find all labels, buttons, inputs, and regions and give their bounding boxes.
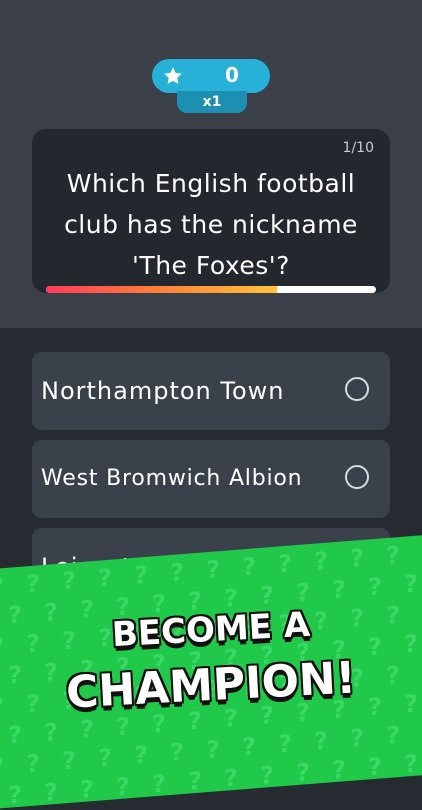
answer-option[interactable]: Northampton Town bbox=[32, 352, 390, 430]
question-mark-icon: ? bbox=[314, 727, 328, 756]
question-mark-icon: ? bbox=[296, 578, 310, 607]
question-mark-icon: ? bbox=[206, 555, 220, 584]
question-counter: 1/10 bbox=[342, 140, 374, 156]
question-mark-icon: ? bbox=[314, 547, 328, 576]
score-value: 0 bbox=[225, 63, 239, 87]
answer-label: West Bromwich Albion bbox=[41, 466, 303, 491]
question-mark-icon: ? bbox=[170, 558, 184, 587]
answer-label: Northampton Town bbox=[41, 377, 285, 405]
question-mark-icon: ? bbox=[44, 718, 58, 747]
question-mark-icon: ? bbox=[350, 544, 364, 573]
question-mark-icon: ? bbox=[0, 752, 4, 781]
question-mark-icon: ? bbox=[8, 721, 22, 750]
question-mark-icon: ? bbox=[350, 724, 364, 753]
question-mark-icon: ? bbox=[368, 752, 382, 781]
question-mark-icon: ? bbox=[62, 746, 76, 775]
timer-fill bbox=[46, 286, 277, 293]
question-mark-icon: ? bbox=[404, 570, 418, 599]
question-mark-icon: ? bbox=[242, 552, 256, 581]
question-mark-icon: ? bbox=[62, 566, 76, 595]
star-icon bbox=[164, 67, 182, 84]
question-mark-icon: ? bbox=[188, 767, 202, 796]
radio-circle-icon[interactable] bbox=[345, 377, 369, 401]
question-mark-icon: ? bbox=[134, 741, 148, 770]
question-mark-icon: ? bbox=[332, 575, 346, 604]
question-mark-icon: ? bbox=[26, 749, 40, 778]
question-mark-icon: ? bbox=[368, 572, 382, 601]
question-mark-icon: ? bbox=[278, 729, 292, 758]
timer-bar bbox=[46, 286, 376, 293]
question-mark-icon: ? bbox=[80, 775, 94, 804]
question-line: club has the nickname bbox=[64, 210, 358, 239]
radio-circle-icon[interactable] bbox=[345, 465, 369, 489]
answer-option[interactable]: West Bromwich Albion bbox=[32, 440, 390, 518]
question-mark-icon: ? bbox=[98, 744, 112, 773]
question-mark-icon: ? bbox=[44, 778, 58, 807]
question-mark-icon: ? bbox=[134, 561, 148, 590]
question-line: Which English football bbox=[66, 169, 356, 198]
question-mark-icon: ? bbox=[386, 541, 400, 570]
question-text: Which English football club has the nick… bbox=[32, 163, 390, 286]
question-mark-icon: ? bbox=[332, 755, 346, 784]
question-mark-icon: ? bbox=[116, 772, 130, 801]
question-line: 'The Foxes'? bbox=[132, 251, 290, 280]
question-mark-icon: ? bbox=[8, 781, 22, 810]
question-mark-icon: ? bbox=[98, 564, 112, 593]
score-display: 0 bbox=[152, 59, 270, 93]
question-mark-icon: ? bbox=[80, 715, 94, 744]
question-mark-icon: ? bbox=[224, 764, 238, 793]
question-mark-icon: ? bbox=[404, 750, 418, 779]
question-mark-icon: ? bbox=[0, 572, 4, 601]
question-mark-icon: ? bbox=[170, 738, 184, 767]
question-mark-icon: ? bbox=[260, 761, 274, 790]
question-mark-icon: ? bbox=[152, 769, 166, 798]
multiplier-badge: x1 bbox=[177, 91, 247, 113]
question-mark-icon: ? bbox=[278, 549, 292, 578]
question-mark-icon: ? bbox=[386, 721, 400, 750]
question-mark-icon: ? bbox=[296, 758, 310, 787]
question-card: 1/10 Which English football club has the… bbox=[32, 129, 390, 293]
question-mark-icon: ? bbox=[242, 732, 256, 761]
question-mark-icon: ? bbox=[116, 712, 130, 741]
question-mark-icon: ? bbox=[260, 581, 274, 610]
question-mark-icon: ? bbox=[26, 569, 40, 598]
